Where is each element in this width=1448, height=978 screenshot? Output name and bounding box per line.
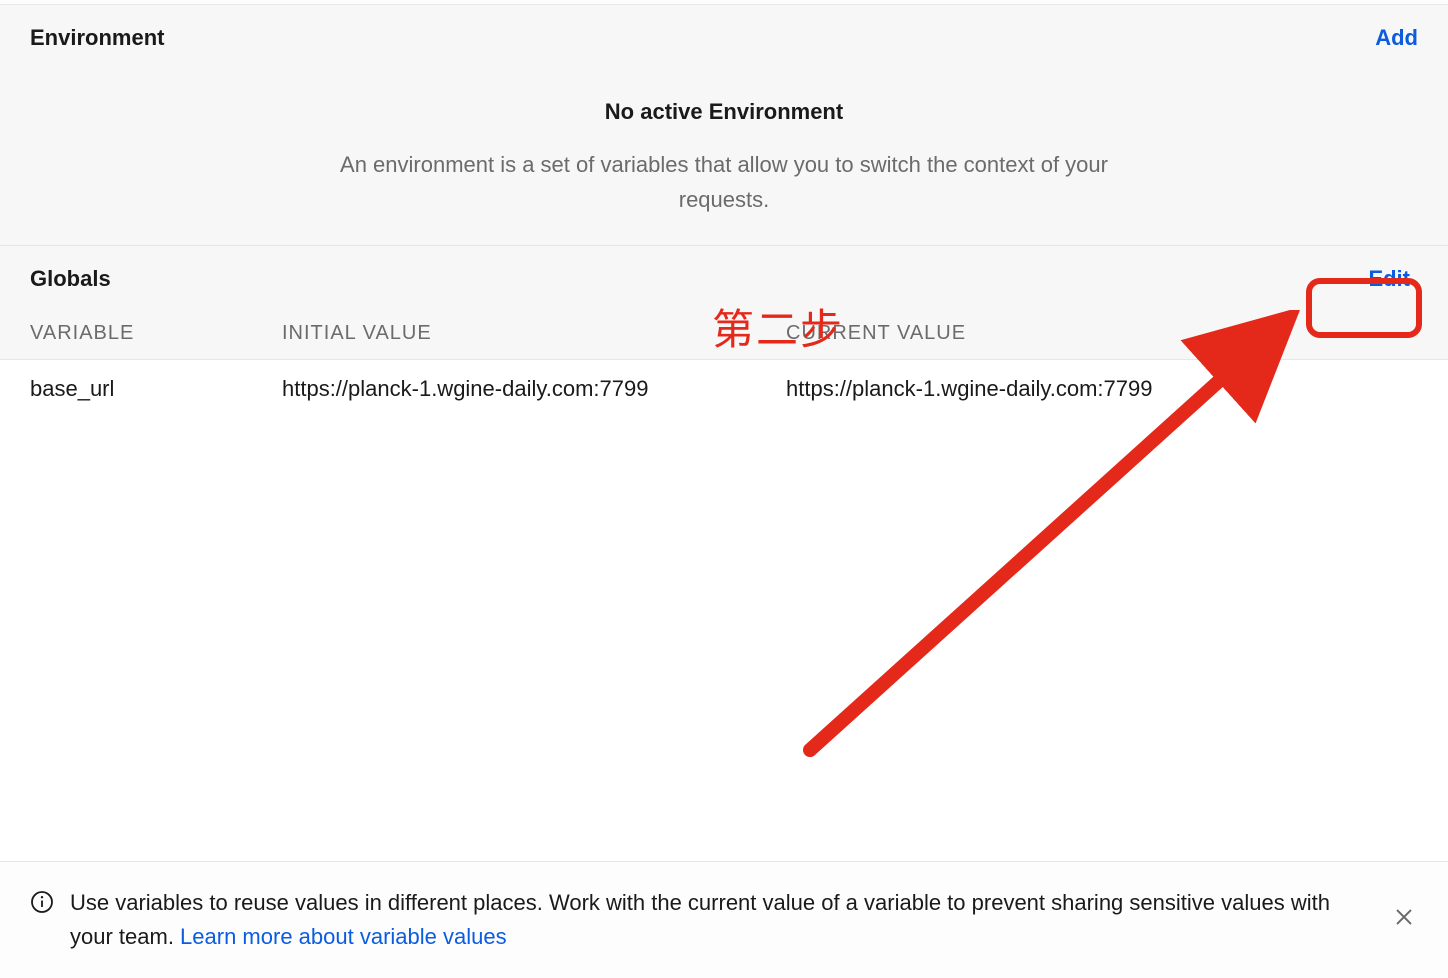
environment-title: Environment: [30, 25, 164, 51]
table-row[interactable]: base_url https://planck-1.wgine-daily.co…: [0, 360, 1448, 418]
globals-header: Globals Edit: [0, 246, 1448, 294]
close-banner-button[interactable]: [1390, 906, 1418, 934]
environment-empty-state: No active Environment An environment is …: [30, 99, 1418, 217]
edit-globals-button[interactable]: Edit: [1360, 264, 1418, 294]
globals-title: Globals: [30, 266, 111, 292]
empty-state-title: No active Environment: [90, 99, 1358, 125]
cell-current: https://planck-1.wgine-daily.com:7799: [786, 376, 1418, 402]
column-header-variable: VARIABLE: [30, 322, 282, 345]
cell-variable: base_url: [30, 376, 282, 402]
column-header-current: CURRENT VALUE: [786, 322, 1418, 345]
environment-section: Environment Add No active Environment An…: [0, 5, 1448, 246]
add-environment-button[interactable]: Add: [1375, 25, 1418, 51]
empty-state-description: An environment is a set of variables tha…: [334, 147, 1114, 217]
info-banner-text: Use variables to reuse values in differe…: [70, 886, 1374, 954]
globals-table-body: base_url https://planck-1.wgine-daily.co…: [0, 360, 1448, 418]
environment-header: Environment Add: [30, 25, 1418, 51]
learn-more-link[interactable]: Learn more about variable values: [180, 924, 507, 949]
close-icon: [1393, 906, 1415, 933]
cell-initial: https://planck-1.wgine-daily.com:7799: [282, 376, 786, 402]
globals-section: Globals Edit VARIABLE INITIAL VALUE CURR…: [0, 246, 1448, 360]
info-icon: [30, 890, 54, 914]
info-banner: Use variables to reuse values in differe…: [0, 861, 1448, 978]
column-header-initial: INITIAL VALUE: [282, 322, 786, 345]
globals-table-header: VARIABLE INITIAL VALUE CURRENT VALUE: [0, 294, 1448, 359]
